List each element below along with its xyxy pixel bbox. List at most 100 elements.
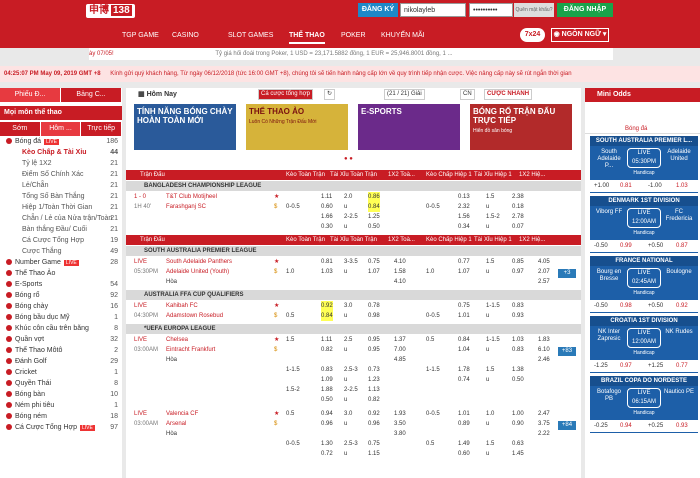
- odds-cell[interactable]: 2.22: [538, 429, 550, 439]
- all-sports-header[interactable]: Mọi môn thể thao: [0, 106, 122, 120]
- register-button[interactable]: ĐĂNG KÝ: [358, 3, 398, 17]
- nav-the-thao[interactable]: THỂ THAO: [289, 28, 325, 44]
- banner-esports[interactable]: E-SPORTS: [358, 104, 460, 150]
- sport-item[interactable]: Bóng bàn 10: [0, 389, 122, 400]
- odds-cell[interactable]: 6.10: [538, 345, 550, 355]
- tab-early[interactable]: Sớm: [0, 122, 40, 136]
- odds-cell[interactable]: 0.98: [368, 311, 380, 321]
- mini-odds-away[interactable]: 0.77: [676, 360, 688, 372]
- odds-cell[interactable]: 1.03: [321, 267, 333, 277]
- sport-item[interactable]: Quần vợt 32: [0, 334, 122, 345]
- quick-bet-toggle[interactable]: CƯỢC NHANH: [484, 89, 533, 100]
- odds-cell[interactable]: 2.47: [538, 409, 550, 419]
- odds-cell[interactable]: 0.84: [321, 311, 333, 321]
- more-markets-button[interactable]: +83: [558, 347, 576, 356]
- mini-odds-card[interactable]: SOUTH AUSTRALIA PREMIER L... South Adelai…: [590, 136, 698, 193]
- odds-cell[interactable]: 0.77: [458, 257, 470, 267]
- sport-item[interactable]: Cricket 1: [0, 367, 122, 378]
- banner-basketball[interactable]: BÓNG RỔ TRẬN ĐẤU TRỰC TIẾP Hiển đồ sân bó…: [470, 104, 572, 150]
- sport-item[interactable]: Lẻ/Chẵn 21: [0, 180, 122, 191]
- odds-cell[interactable]: 0.75: [458, 301, 470, 311]
- tab-today[interactable]: Hôm ...: [40, 122, 81, 136]
- nav-khuyen-mai[interactable]: KHUYẾN MÃI: [381, 28, 425, 44]
- league-row[interactable]: *UEFA EUROPA LEAGUE: [126, 324, 581, 334]
- odds-cell[interactable]: 0.92: [321, 301, 333, 311]
- odds-cell[interactable]: 0.84: [458, 335, 470, 345]
- odds-cell[interactable]: 4.10: [394, 257, 406, 267]
- sport-item[interactable]: Bàn thắng Đầu/ Cuối 21: [0, 224, 122, 235]
- mini-odds-sport-tab[interactable]: Bóng đá: [585, 124, 700, 134]
- favorite-star-icon[interactable]: ★: [274, 257, 279, 267]
- away-team[interactable]: Adelaide United (Youth): [166, 267, 229, 277]
- odds-cell[interactable]: 0.81: [321, 257, 333, 267]
- odds-cell[interactable]: 4.10: [394, 277, 406, 287]
- odds-cell[interactable]: 0.92: [368, 409, 380, 419]
- odds-cell[interactable]: 1.83: [538, 335, 550, 345]
- odds-cell[interactable]: 1.07: [368, 267, 380, 277]
- odds-cell[interactable]: 0.97: [512, 267, 524, 277]
- odds-cell[interactable]: 3.80: [394, 429, 406, 439]
- sport-item[interactable]: Hiệp 1/Toàn Thời Gian 21: [0, 202, 122, 213]
- favorite-star-icon[interactable]: ★: [274, 335, 279, 345]
- odds-cell[interactable]: 0.72: [321, 449, 333, 459]
- odds-cell[interactable]: 1.30: [321, 439, 333, 449]
- sport-item[interactable]: Bóng bầu dục Mỹ 1: [0, 312, 122, 323]
- odds-cell[interactable]: 2.38: [512, 192, 524, 202]
- mini-odds-home[interactable]: 0.97: [620, 360, 632, 372]
- odds-cell[interactable]: 0.85: [512, 257, 524, 267]
- away-team[interactable]: Farashganj SC: [166, 202, 206, 212]
- sport-item[interactable]: E-Sports 54: [0, 279, 122, 290]
- odds-cell[interactable]: 0.89: [458, 419, 470, 429]
- odds-cell[interactable]: 2.07: [538, 267, 550, 277]
- odds-cell[interactable]: 0.75: [368, 439, 380, 449]
- odds-cell[interactable]: 2.78: [512, 212, 524, 222]
- sport-item[interactable]: Bóng rổ 92: [0, 290, 122, 301]
- odds-cell[interactable]: 0.83: [321, 365, 333, 375]
- favorite-star-icon[interactable]: ★: [274, 409, 279, 419]
- stats-icon[interactable]: $: [274, 311, 277, 321]
- sport-item[interactable]: Bóng chày 16: [0, 301, 122, 312]
- odds-cell[interactable]: 0.93: [512, 311, 524, 321]
- sport-item[interactable]: Tổng Số Bàn Thắng 21: [0, 191, 122, 202]
- banner-virtual-sports[interactable]: THỂ THAO ẢO Luôn Có Những Trận Đấu Mới: [246, 104, 348, 150]
- odds-cell[interactable]: 1.38: [512, 365, 524, 375]
- odds-cell[interactable]: 0.60: [321, 202, 333, 212]
- odds-cell[interactable]: 0.95: [368, 335, 380, 345]
- mini-odds-away[interactable]: 1.03: [676, 180, 688, 192]
- stats-icon[interactable]: $: [274, 267, 277, 277]
- sport-item[interactable]: Đánh Golf 29: [0, 356, 122, 367]
- odds-cell[interactable]: 1.07: [458, 267, 470, 277]
- banner-baseball[interactable]: TÍNH NĂNG BÓNG CHÀY HOÀN TOÀN MỚI: [134, 104, 236, 150]
- sport-item[interactable]: Khúc côn cầu trên băng 8: [0, 323, 122, 334]
- odds-cell[interactable]: 1.11: [321, 192, 332, 202]
- sport-item[interactable]: Ném phi tiêu 1: [0, 400, 122, 411]
- odds-cell[interactable]: 1.45: [512, 449, 524, 459]
- sport-item[interactable]: Quyền Thái 8: [0, 378, 122, 389]
- language-select[interactable]: ◉ NGÔN NGỮ ▾: [551, 28, 609, 42]
- nav-casino[interactable]: CASINO: [172, 28, 199, 44]
- mini-odds-card[interactable]: CROATIA 1ST DIVISION NK Inter Zapresic LIV…: [590, 316, 698, 373]
- odds-cell[interactable]: 2.57: [538, 277, 550, 287]
- odds-cell[interactable]: 1.01: [458, 311, 470, 321]
- tab-bet-slip[interactable]: Phiếu Đ...: [0, 88, 60, 102]
- odds-cell[interactable]: 0.74: [458, 375, 470, 385]
- odds-cell[interactable]: 0.90: [512, 419, 524, 429]
- stats-icon[interactable]: $: [274, 202, 277, 212]
- odds-cell[interactable]: 0.73: [368, 365, 380, 375]
- nav-poker[interactable]: POKER: [341, 28, 366, 44]
- odds-cell[interactable]: 1.37: [394, 335, 406, 345]
- odds-cell[interactable]: 0.83: [512, 345, 524, 355]
- odds-cell[interactable]: 3.50: [394, 419, 406, 429]
- more-markets-button[interactable]: +84: [558, 421, 576, 430]
- odds-cell[interactable]: 0.96: [321, 419, 333, 429]
- carousel-dots[interactable]: ● ●: [344, 156, 353, 162]
- odds-cell[interactable]: 1.01: [458, 409, 470, 419]
- nav-tgp-game[interactable]: TGP GAME: [122, 28, 159, 44]
- login-button[interactable]: ĐĂNG NHẬP: [557, 3, 613, 17]
- support-7x24-badge[interactable]: 7x24: [520, 28, 545, 42]
- home-team[interactable]: South Adelaide Panthers: [166, 257, 232, 267]
- odds-cell[interactable]: 0.83: [512, 301, 524, 311]
- password-input[interactable]: ••••••••••: [469, 3, 513, 17]
- sport-item[interactable]: Cược Thắng 49: [0, 246, 122, 257]
- mini-odds-card[interactable]: FRANCE NATIONAL Bourg en Bresse LIVE 02:45A…: [590, 256, 698, 313]
